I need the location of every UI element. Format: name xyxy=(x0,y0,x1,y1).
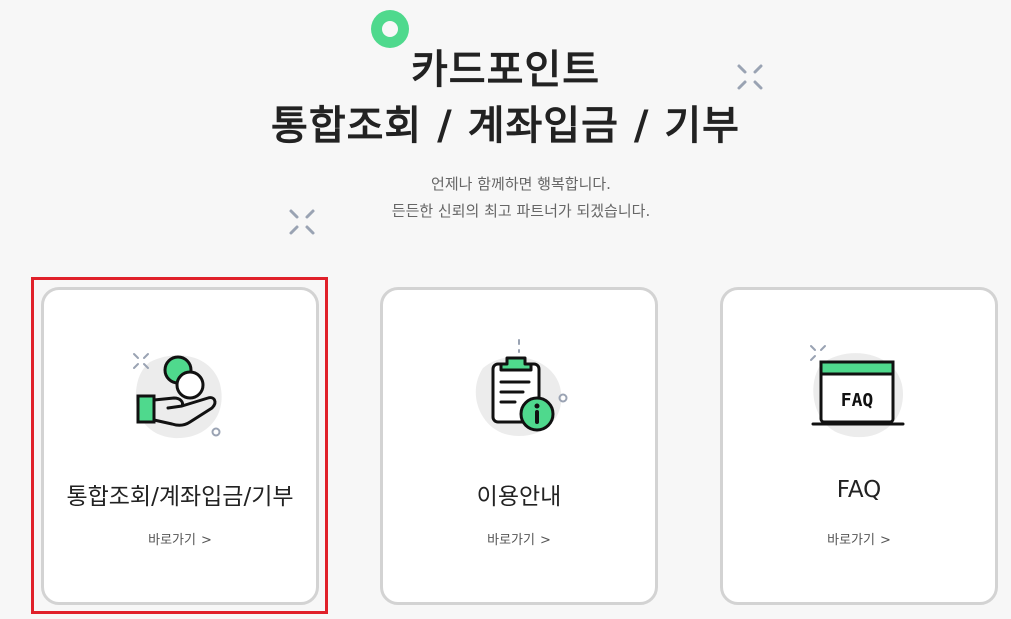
faq-icon-text: FAQ xyxy=(841,390,874,411)
page-title: 카드포인트 통합조회 / 계좌입금 / 기부 xyxy=(0,42,1011,154)
go-link[interactable]: 바로가기 > xyxy=(723,529,995,548)
chevron-right-icon: > xyxy=(200,533,212,548)
chevron-right-icon: > xyxy=(539,533,551,548)
go-link[interactable]: 바로가기 > xyxy=(383,529,655,548)
card-title: 통합조회/계좌입금/기부 xyxy=(66,484,294,510)
hand-coin-icon xyxy=(133,353,222,439)
faq-window-icon: FAQ xyxy=(810,345,905,438)
card-usage-guide[interactable]: 이용안내 바로가기 > xyxy=(380,287,658,605)
card-title: 이용안내 xyxy=(476,484,562,510)
page-title-line1: 카드포인트 xyxy=(411,47,600,93)
clipboard-info-icon xyxy=(475,339,568,437)
go-link-label: 바로가기 xyxy=(148,533,196,548)
chevron-right-icon: > xyxy=(879,533,891,548)
go-link-label: 바로가기 xyxy=(487,533,535,548)
card-inquiry-transfer-donation[interactable]: 통합조회/계좌입금/기부 바로가기 > xyxy=(41,287,319,605)
card-title: FAQ xyxy=(836,477,882,503)
page-title-line2: 통합조회 / 계좌입금 / 기부 xyxy=(271,103,740,149)
go-link[interactable]: 바로가기 > xyxy=(44,529,316,548)
go-link-label: 바로가기 xyxy=(827,533,875,548)
page-subtitle: 언제나 함께하면 행복합니다. 든든한 신뢰의 최고 파트너가 되겠습니다. xyxy=(0,171,1011,225)
page-subtitle-line2: 든든한 신뢰의 최고 파트너가 되겠습니다. xyxy=(391,202,651,220)
page-subtitle-line1: 언제나 함께하면 행복합니다. xyxy=(431,175,611,193)
card-faq[interactable]: FAQ FAQ 바로가기 > xyxy=(720,287,998,605)
